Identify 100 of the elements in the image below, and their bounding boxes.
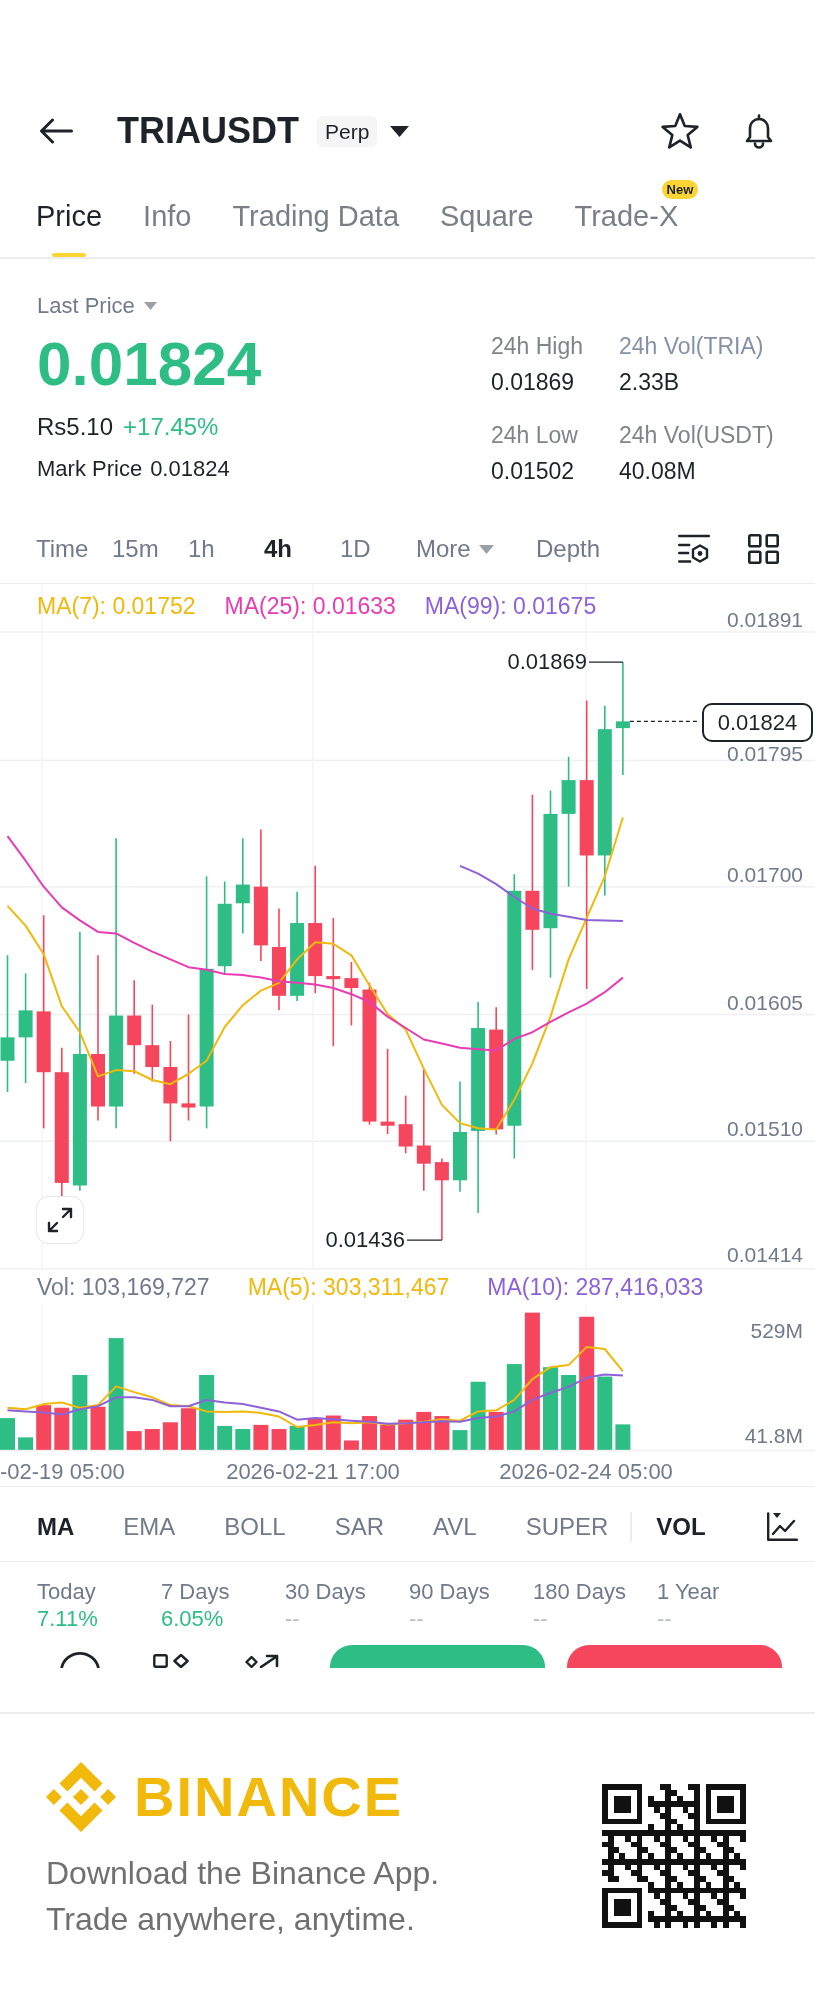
- volume-bar: [452, 1430, 468, 1450]
- interval-tab[interactable]: Time: [36, 535, 112, 563]
- volume-bar: [289, 1425, 305, 1450]
- volume-bar: [90, 1406, 106, 1450]
- interval-tab[interactable]: 4h: [264, 535, 340, 563]
- tab[interactable]: Trading Data: [232, 175, 400, 257]
- date-axis-label: -02-19 05:00: [0, 1459, 125, 1485]
- volume-bar: [253, 1424, 269, 1450]
- candlestick: [398, 1094, 413, 1155]
- interval-tab[interactable]: Depth: [536, 535, 612, 563]
- volume-bar: [343, 1440, 359, 1450]
- grid-icon[interactable]: [748, 534, 779, 564]
- volume-bar: [18, 1437, 34, 1450]
- tab[interactable]: Info: [143, 175, 192, 257]
- volume-bar: [398, 1419, 414, 1450]
- volume-bar: [0, 1418, 15, 1450]
- volume-bar: [615, 1424, 631, 1450]
- logo-icon: [46, 1761, 116, 1832]
- indicator-tab[interactable]: MA: [37, 1512, 75, 1541]
- star-icon[interactable]: [661, 113, 699, 149]
- trade-button[interactable]: [567, 1645, 782, 1668]
- caret-icon[interactable]: [390, 125, 410, 137]
- current-price-tag: 0.01824: [702, 703, 813, 742]
- expand-button[interactable]: [36, 1196, 84, 1244]
- period-label: 1 Year: [657, 1579, 721, 1605]
- period-change: 7.11%: [37, 1608, 99, 1630]
- indicator-tab[interactable]: BOLL: [224, 1512, 286, 1541]
- price-axis-label: 0.01414: [727, 1244, 803, 1266]
- stat-value: 0.01502: [491, 457, 576, 486]
- volume-bar: [380, 1424, 396, 1450]
- period-change: --: [409, 1608, 425, 1630]
- volume-bar: [181, 1408, 196, 1450]
- interval-tab[interactable]: 15m: [112, 535, 188, 563]
- indicator-tab[interactable]: EMA: [123, 1512, 176, 1541]
- line-chart-icon[interactable]: [766, 1511, 798, 1542]
- stat-label[interactable]: 24h Vol(TRIA): [619, 331, 774, 361]
- high-price-label: 0.01869: [507, 651, 587, 673]
- back-arrow-icon[interactable]: [39, 118, 73, 144]
- volume-bar: [217, 1425, 233, 1450]
- volume-bar: [235, 1429, 251, 1450]
- volume-bar: [271, 1429, 287, 1450]
- price-axis-label: 0.01700: [727, 864, 803, 886]
- leader-line: [406, 1239, 443, 1241]
- square-diamond-icon[interactable]: [153, 1654, 189, 1668]
- period-label: 90 Days: [409, 1579, 491, 1605]
- interval-tab[interactable]: 1h: [188, 535, 264, 563]
- brand-name: BINANCE: [134, 1768, 404, 1825]
- candlestick: [344, 961, 359, 1027]
- volume-bar: [144, 1429, 160, 1450]
- volume-bar: [416, 1411, 432, 1450]
- stat-value: 0.01869: [491, 368, 576, 397]
- volume-bar: [36, 1405, 52, 1450]
- volume-bar: [54, 1407, 70, 1450]
- volume-bar: [488, 1411, 504, 1450]
- tab[interactable]: Price: [36, 175, 103, 257]
- period-label: 7 Days: [161, 1579, 231, 1605]
- indicator-tab[interactable]: SAR: [334, 1512, 385, 1541]
- local-price: Rs5.10: [37, 412, 114, 442]
- stat-label: 24h High: [491, 332, 585, 361]
- volume-bar: [434, 1416, 450, 1450]
- price-axis-label: 0.01891: [727, 609, 803, 631]
- indicator-tab[interactable]: SUPER: [525, 1512, 609, 1541]
- price-axis-label: 0.01510: [727, 1118, 803, 1140]
- indicator-value: MA(99): 0.01675: [424, 594, 597, 618]
- indicator-tab[interactable]: AVL: [433, 1512, 477, 1541]
- price-type-dropdown[interactable]: Last Price: [37, 293, 157, 319]
- volume-bar: [126, 1431, 142, 1450]
- indicator-value: MA(5): 303,311,467: [247, 1273, 450, 1300]
- volume-bar: [362, 1416, 377, 1450]
- indicator-value: MA(7): 0.01752: [37, 594, 196, 618]
- volume-axis-label: 529M: [750, 1320, 803, 1342]
- indicator-value: MA(10): 287,416,033: [487, 1273, 704, 1300]
- price-axis-label: 0.01795: [727, 743, 803, 765]
- period-label: 30 Days: [285, 1579, 367, 1605]
- volume-axis-label: 41.8M: [744, 1425, 803, 1447]
- diamond-arrow-icon[interactable]: [245, 1654, 279, 1668]
- period-change: 6.05%: [161, 1608, 225, 1630]
- stat-label: 24h Vol(USDT): [619, 421, 774, 450]
- caret-icon: [478, 544, 494, 554]
- volume-bar: [470, 1381, 486, 1450]
- period-change: --: [285, 1608, 301, 1630]
- tab[interactable]: Square: [440, 175, 534, 257]
- last-price: 0.01824: [37, 333, 263, 395]
- period-label: Today: [37, 1579, 97, 1605]
- new-tag: New: [661, 180, 699, 199]
- date-axis-label: 2026-02-24 05:00: [499, 1459, 673, 1485]
- leader-line: [588, 661, 624, 663]
- indicator-tab[interactable]: VOL: [656, 1512, 706, 1541]
- price-change: +17.45%: [123, 412, 219, 442]
- low-price-label: 0.01436: [325, 1229, 405, 1251]
- list-settings-icon[interactable]: [678, 534, 710, 564]
- caret-icon: [143, 302, 157, 310]
- promo-text: Trade anywhere, anytime.: [46, 1900, 416, 1939]
- price-axis-label: 0.01605: [727, 992, 803, 1014]
- indicator-value: MA(25): 0.01633: [224, 594, 396, 618]
- expand-icon: [47, 1207, 73, 1233]
- arc-icon[interactable]: [60, 1651, 100, 1668]
- mark-price-label: Mark Price: [37, 455, 143, 483]
- more-dropdown[interactable]: More: [416, 535, 536, 563]
- interval-tab[interactable]: 1D: [340, 535, 416, 563]
